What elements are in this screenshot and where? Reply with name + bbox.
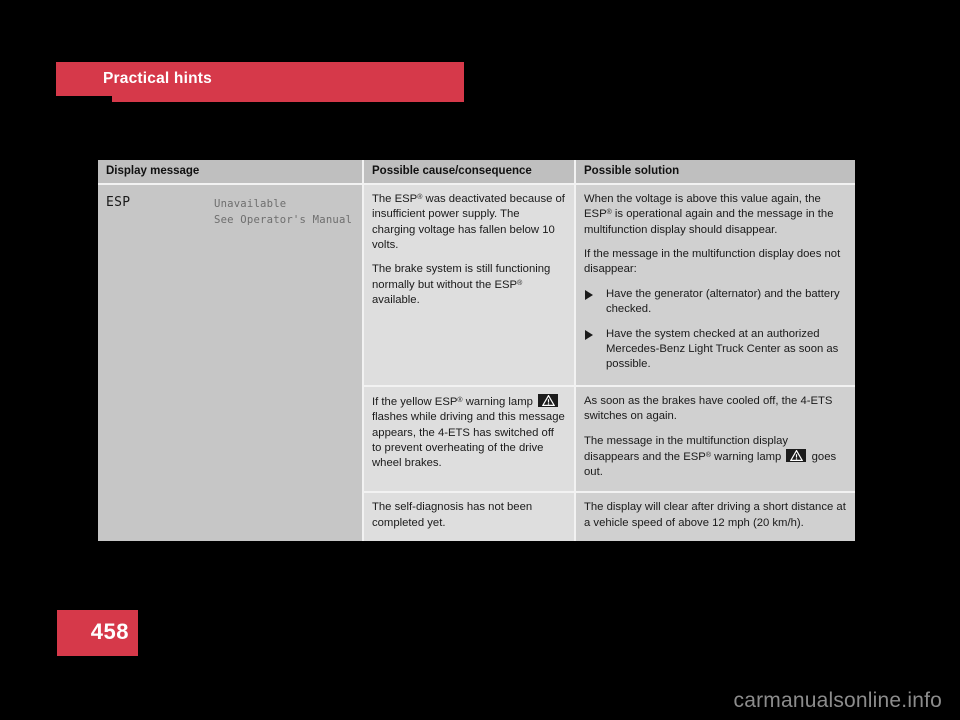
text: warning lamp bbox=[711, 451, 785, 463]
watermark: carmanualsonline.info bbox=[733, 689, 942, 712]
page-number-badge: 458 bbox=[57, 610, 138, 656]
solution-paragraph: The message in the multifunction display… bbox=[584, 434, 846, 481]
chapter-header-bar-foot bbox=[112, 96, 464, 102]
column-header-possible-solution: Possible solution bbox=[575, 160, 855, 184]
text: is operational again and the message in … bbox=[584, 208, 834, 236]
text: The ESP bbox=[372, 193, 418, 205]
display-message-line-2: See Operator's Manual bbox=[214, 214, 353, 227]
cause-paragraph: The brake system is still functioning no… bbox=[372, 262, 565, 308]
warning-triangle-lamp-icon bbox=[538, 393, 559, 407]
list-item: Have the system checked at an authorized… bbox=[584, 327, 846, 373]
list-item: Have the generator (alternator) and the … bbox=[584, 287, 846, 318]
solution-paragraph: If the message in the multifunction disp… bbox=[584, 248, 841, 276]
possible-cause-cell: If the yellow ESP® warning lamp flashes … bbox=[363, 384, 576, 493]
column-header-possible-cause: Possible cause/consequence bbox=[363, 160, 576, 184]
solution-paragraph: The display will clear after driving a s… bbox=[584, 501, 846, 529]
warning-triangle-lamp-icon bbox=[786, 449, 807, 462]
possible-solution-cell: The display will clear after driving a s… bbox=[575, 491, 855, 541]
table-header-row: Display message Possible cause/consequen… bbox=[98, 160, 855, 184]
cause-paragraph: If the yellow ESP® warning lamp flashes … bbox=[372, 393, 565, 472]
display-message-line-1: Unavailable bbox=[214, 198, 287, 210]
display-message-content: ESP Unavailable See Operator's Manual bbox=[106, 192, 353, 532]
possible-cause-cell: The ESP® was deactivated because of insu… bbox=[363, 183, 576, 386]
display-message-screen-text: Unavailable See Operator's Manual bbox=[214, 196, 352, 229]
solution-paragraph: When the voltage is above this value aga… bbox=[584, 192, 846, 238]
table-row: ESP Unavailable See Operator's Manual Th… bbox=[98, 183, 855, 541]
column-header-display-message: Display message bbox=[98, 160, 364, 184]
solution-paragraph: As soon as the brakes have cooled off, t… bbox=[584, 394, 833, 423]
text: available. bbox=[372, 294, 420, 307]
chapter-header: Practical hints bbox=[56, 62, 464, 102]
list-item-label: Have the generator (alternator) and the … bbox=[606, 287, 840, 316]
display-message-code: ESP bbox=[106, 195, 131, 210]
text: flashes while driving and this message a… bbox=[372, 411, 565, 470]
possible-cause-cell: The self-diagnosis has not been complete… bbox=[363, 491, 576, 541]
chapter-title: Practical hints bbox=[103, 70, 212, 87]
triangle-bullet-icon bbox=[585, 329, 593, 340]
display-message-cell: ESP Unavailable See Operator's Manual bbox=[98, 183, 364, 541]
text: The brake system is still functioning no… bbox=[372, 263, 551, 291]
possible-solution-cell: As soon as the brakes have cooled off, t… bbox=[575, 384, 855, 493]
triangle-bullet-icon bbox=[585, 289, 593, 300]
cause-paragraph: The self-diagnosis has not been complete… bbox=[372, 501, 533, 529]
list-item-label: Have the system checked at an authorized… bbox=[606, 327, 839, 371]
display-message-table: Display message Possible cause/consequen… bbox=[98, 160, 855, 541]
possible-solution-cell: When the voltage is above this value aga… bbox=[575, 183, 855, 386]
cause-paragraph: The ESP® was deactivated because of insu… bbox=[372, 192, 565, 253]
page-number: 458 bbox=[90, 619, 129, 644]
registered-mark: ® bbox=[517, 279, 523, 287]
text: If the yellow ESP bbox=[372, 395, 458, 408]
text: warning lamp bbox=[462, 395, 537, 408]
